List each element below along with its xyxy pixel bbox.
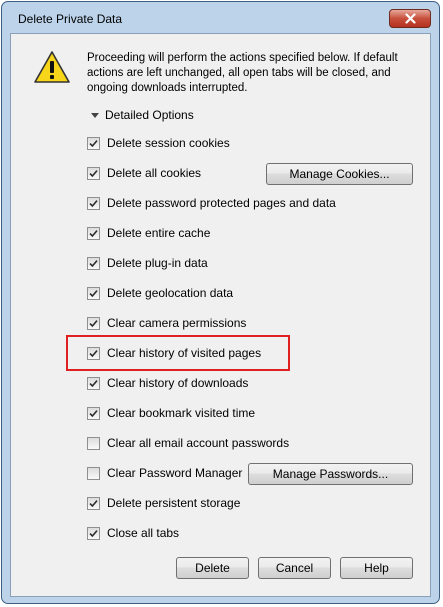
checkmark-icon [89, 289, 98, 297]
option-clear-camera-permissions[interactable]: Clear camera permissions [87, 315, 246, 331]
checkmark-icon [89, 259, 98, 267]
option-label: Delete password protected pages and data [107, 196, 336, 210]
checkbox[interactable] [87, 166, 100, 180]
option-label: Delete plug-in data [107, 256, 208, 270]
checkbox[interactable] [87, 406, 100, 420]
option-label: Clear Password Manager [107, 466, 243, 480]
checkbox[interactable] [87, 316, 100, 330]
chevron-down-icon [91, 112, 99, 118]
option-label: Delete all cookies [107, 166, 202, 180]
checkbox[interactable] [87, 196, 100, 210]
dialog-body: Proceeding will perform the actions spec… [10, 33, 431, 597]
checkbox[interactable] [87, 526, 100, 540]
option-delete-plug-in-data[interactable]: Delete plug-in data [87, 255, 208, 271]
title-bar: Delete Private Data [2, 2, 439, 32]
checkbox[interactable] [87, 376, 100, 390]
checkbox[interactable] [87, 466, 100, 480]
option-close-all-tabs[interactable]: Close all tabs [87, 525, 179, 541]
option-label: Clear bookmark visited time [107, 406, 256, 420]
manage-cookies-button[interactable]: Manage Cookies... [266, 163, 413, 185]
checkbox[interactable] [87, 496, 100, 510]
close-button[interactable] [389, 9, 431, 28]
option-label: Clear all email account passwords [107, 436, 290, 450]
help-button[interactable]: Help [340, 557, 413, 579]
checkmark-icon [89, 139, 98, 147]
dialog-window: Delete Private Data Proceeding will perf… [1, 1, 440, 604]
option-delete-geolocation-data[interactable]: Delete geolocation data [87, 285, 233, 301]
manage-passwords-button[interactable]: Manage Passwords... [248, 463, 413, 485]
checkmark-icon [89, 169, 98, 177]
option-label: Clear camera permissions [107, 316, 247, 330]
checkbox[interactable] [87, 226, 100, 240]
checkmark-icon [89, 409, 98, 417]
option-delete-password-protected-pages-and-data[interactable]: Delete password protected pages and data [87, 195, 336, 211]
option-label: Delete geolocation data [107, 286, 234, 300]
checkbox[interactable] [87, 436, 100, 450]
detailed-options-toggle[interactable]: Detailed Options [91, 108, 194, 122]
checkmark-icon [89, 199, 98, 207]
checkmark-icon [89, 529, 98, 537]
option-delete-all-cookies[interactable]: Delete all cookies [87, 165, 201, 181]
option-clear-password-manager[interactable]: Clear Password Manager [87, 465, 242, 481]
highlight-box [66, 335, 290, 371]
option-label: Delete entire cache [107, 226, 211, 240]
checkmark-icon [89, 319, 98, 327]
checkbox[interactable] [87, 136, 100, 150]
window-title: Delete Private Data [18, 12, 123, 26]
option-delete-persistent-storage[interactable]: Delete persistent storage [87, 495, 240, 511]
option-label: Delete persistent storage [107, 496, 241, 510]
checkmark-icon [89, 229, 98, 237]
checkmark-icon [89, 379, 98, 387]
option-clear-history-of-downloads[interactable]: Clear history of downloads [87, 375, 248, 391]
option-delete-entire-cache[interactable]: Delete entire cache [87, 225, 210, 241]
cancel-button[interactable]: Cancel [258, 557, 331, 579]
option-clear-bookmark-visited-time[interactable]: Clear bookmark visited time [87, 405, 255, 421]
option-label: Close all tabs [107, 526, 180, 540]
checkbox[interactable] [87, 286, 100, 300]
delete-button[interactable]: Delete [176, 557, 249, 579]
detailed-options-label: Detailed Options [105, 108, 194, 122]
checkbox[interactable] [87, 256, 100, 270]
option-label: Clear history of downloads [107, 376, 249, 390]
warning-icon [34, 51, 70, 83]
close-icon [404, 13, 416, 24]
option-delete-session-cookies[interactable]: Delete session cookies [87, 135, 230, 151]
option-label: Delete session cookies [107, 136, 230, 150]
intro-text: Proceeding will perform the actions spec… [87, 52, 398, 94]
checkmark-icon [89, 499, 98, 507]
option-clear-all-email-account-passwords[interactable]: Clear all email account passwords [87, 435, 289, 451]
